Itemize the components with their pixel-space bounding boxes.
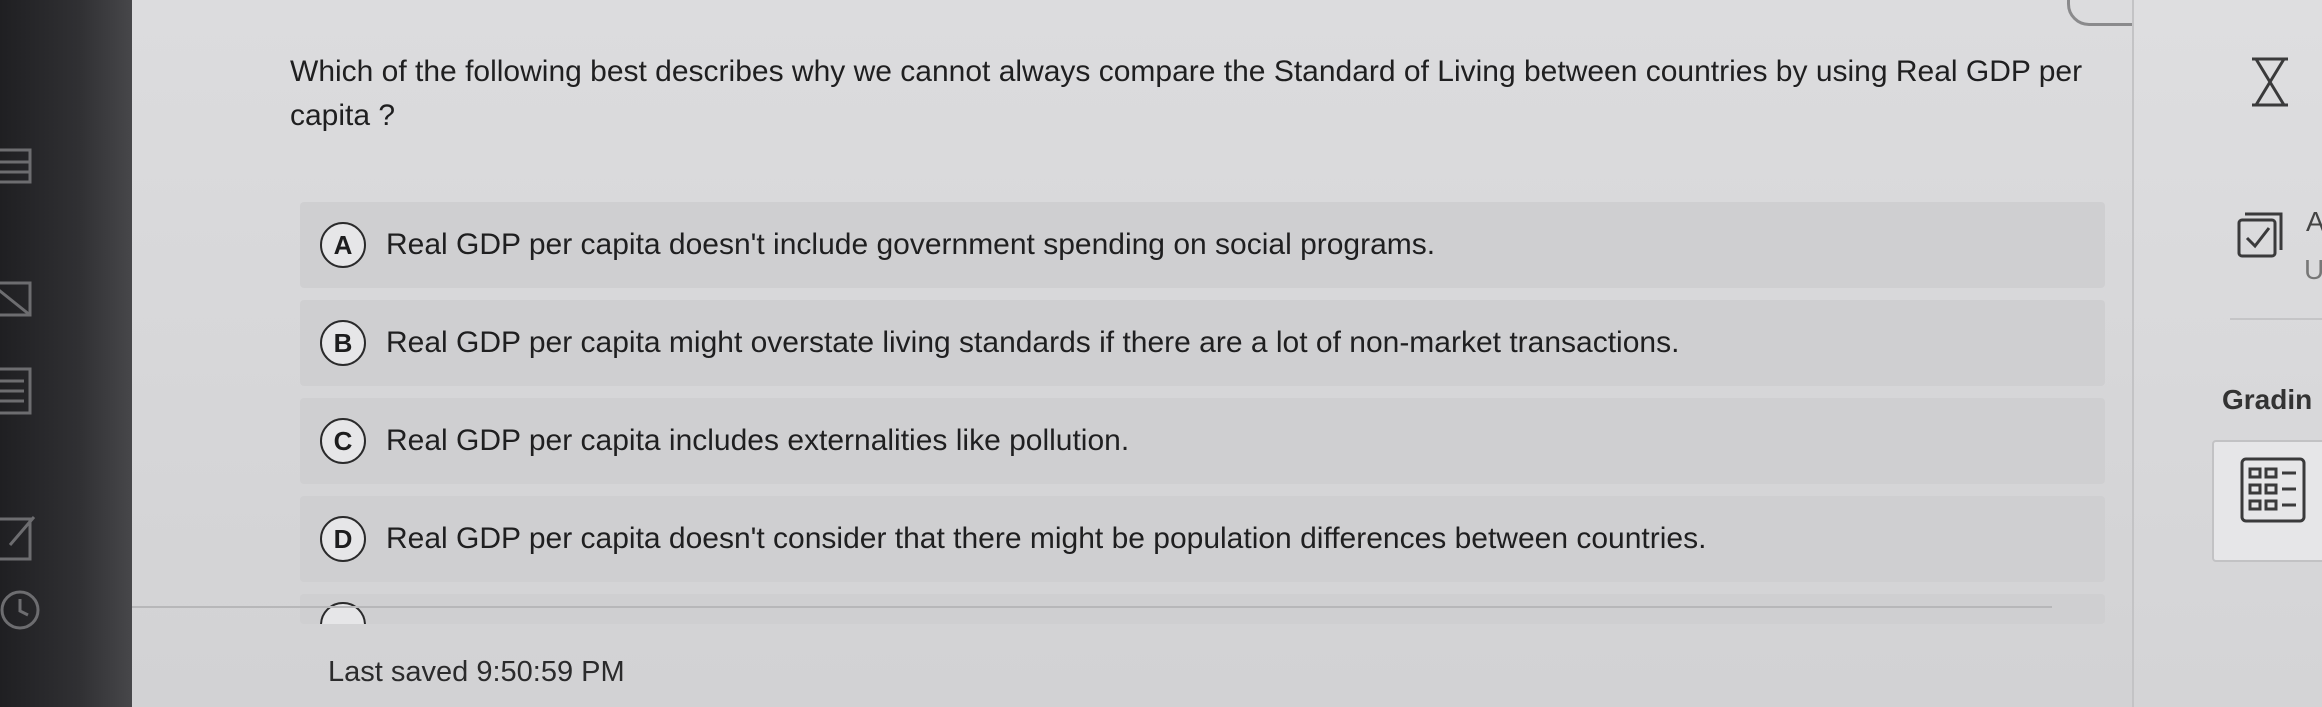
checkbox-icon[interactable] [2235,210,2285,260]
sidebar-letter-u: U [2304,254,2322,285]
option-letter-c: C [320,418,366,464]
edit-icon[interactable] [0,505,60,575]
flag-icon[interactable] [0,265,60,335]
footer-divider [132,606,2052,608]
option-text-a: Real GDP per capita doesn't include gove… [386,228,1436,261]
option-letter-d: D [320,516,366,562]
option-d[interactable]: D Real GDP per capita doesn't consider t… [300,496,2105,582]
grid-calculator-icon [2238,455,2308,525]
history-icon[interactable] [0,575,60,645]
option-e-partial[interactable] [300,594,2105,624]
right-sidebar [2132,0,2322,707]
option-text-d: Real GDP per capita doesn't consider tha… [386,522,1707,555]
last-saved-status: Last saved 9:50:59 PM [328,656,625,688]
option-b[interactable]: B Real GDP per capita might overstate li… [300,300,2105,386]
document-icon[interactable] [0,355,60,425]
hourglass-icon[interactable] [2248,56,2292,108]
grid-list-icon[interactable] [0,130,60,200]
option-letter-b: B [320,320,366,366]
option-letter-a: A [320,222,366,268]
option-text-c: Real GDP per capita includes externaliti… [386,424,1130,457]
answer-options: A Real GDP per capita doesn't include go… [300,202,2105,636]
option-a[interactable]: A Real GDP per capita doesn't include go… [300,202,2105,288]
option-c[interactable]: C Real GDP per capita includes externali… [300,398,2105,484]
option-text-b: Real GDP per capita might overstate livi… [386,326,1680,359]
question-text: Which of the following best describes wh… [290,55,2083,132]
sidebar-letter-a: A [2306,206,2322,237]
left-app-rail [0,0,132,707]
grading-label: Gradin [2222,384,2313,415]
sidebar-divider [2230,318,2322,320]
